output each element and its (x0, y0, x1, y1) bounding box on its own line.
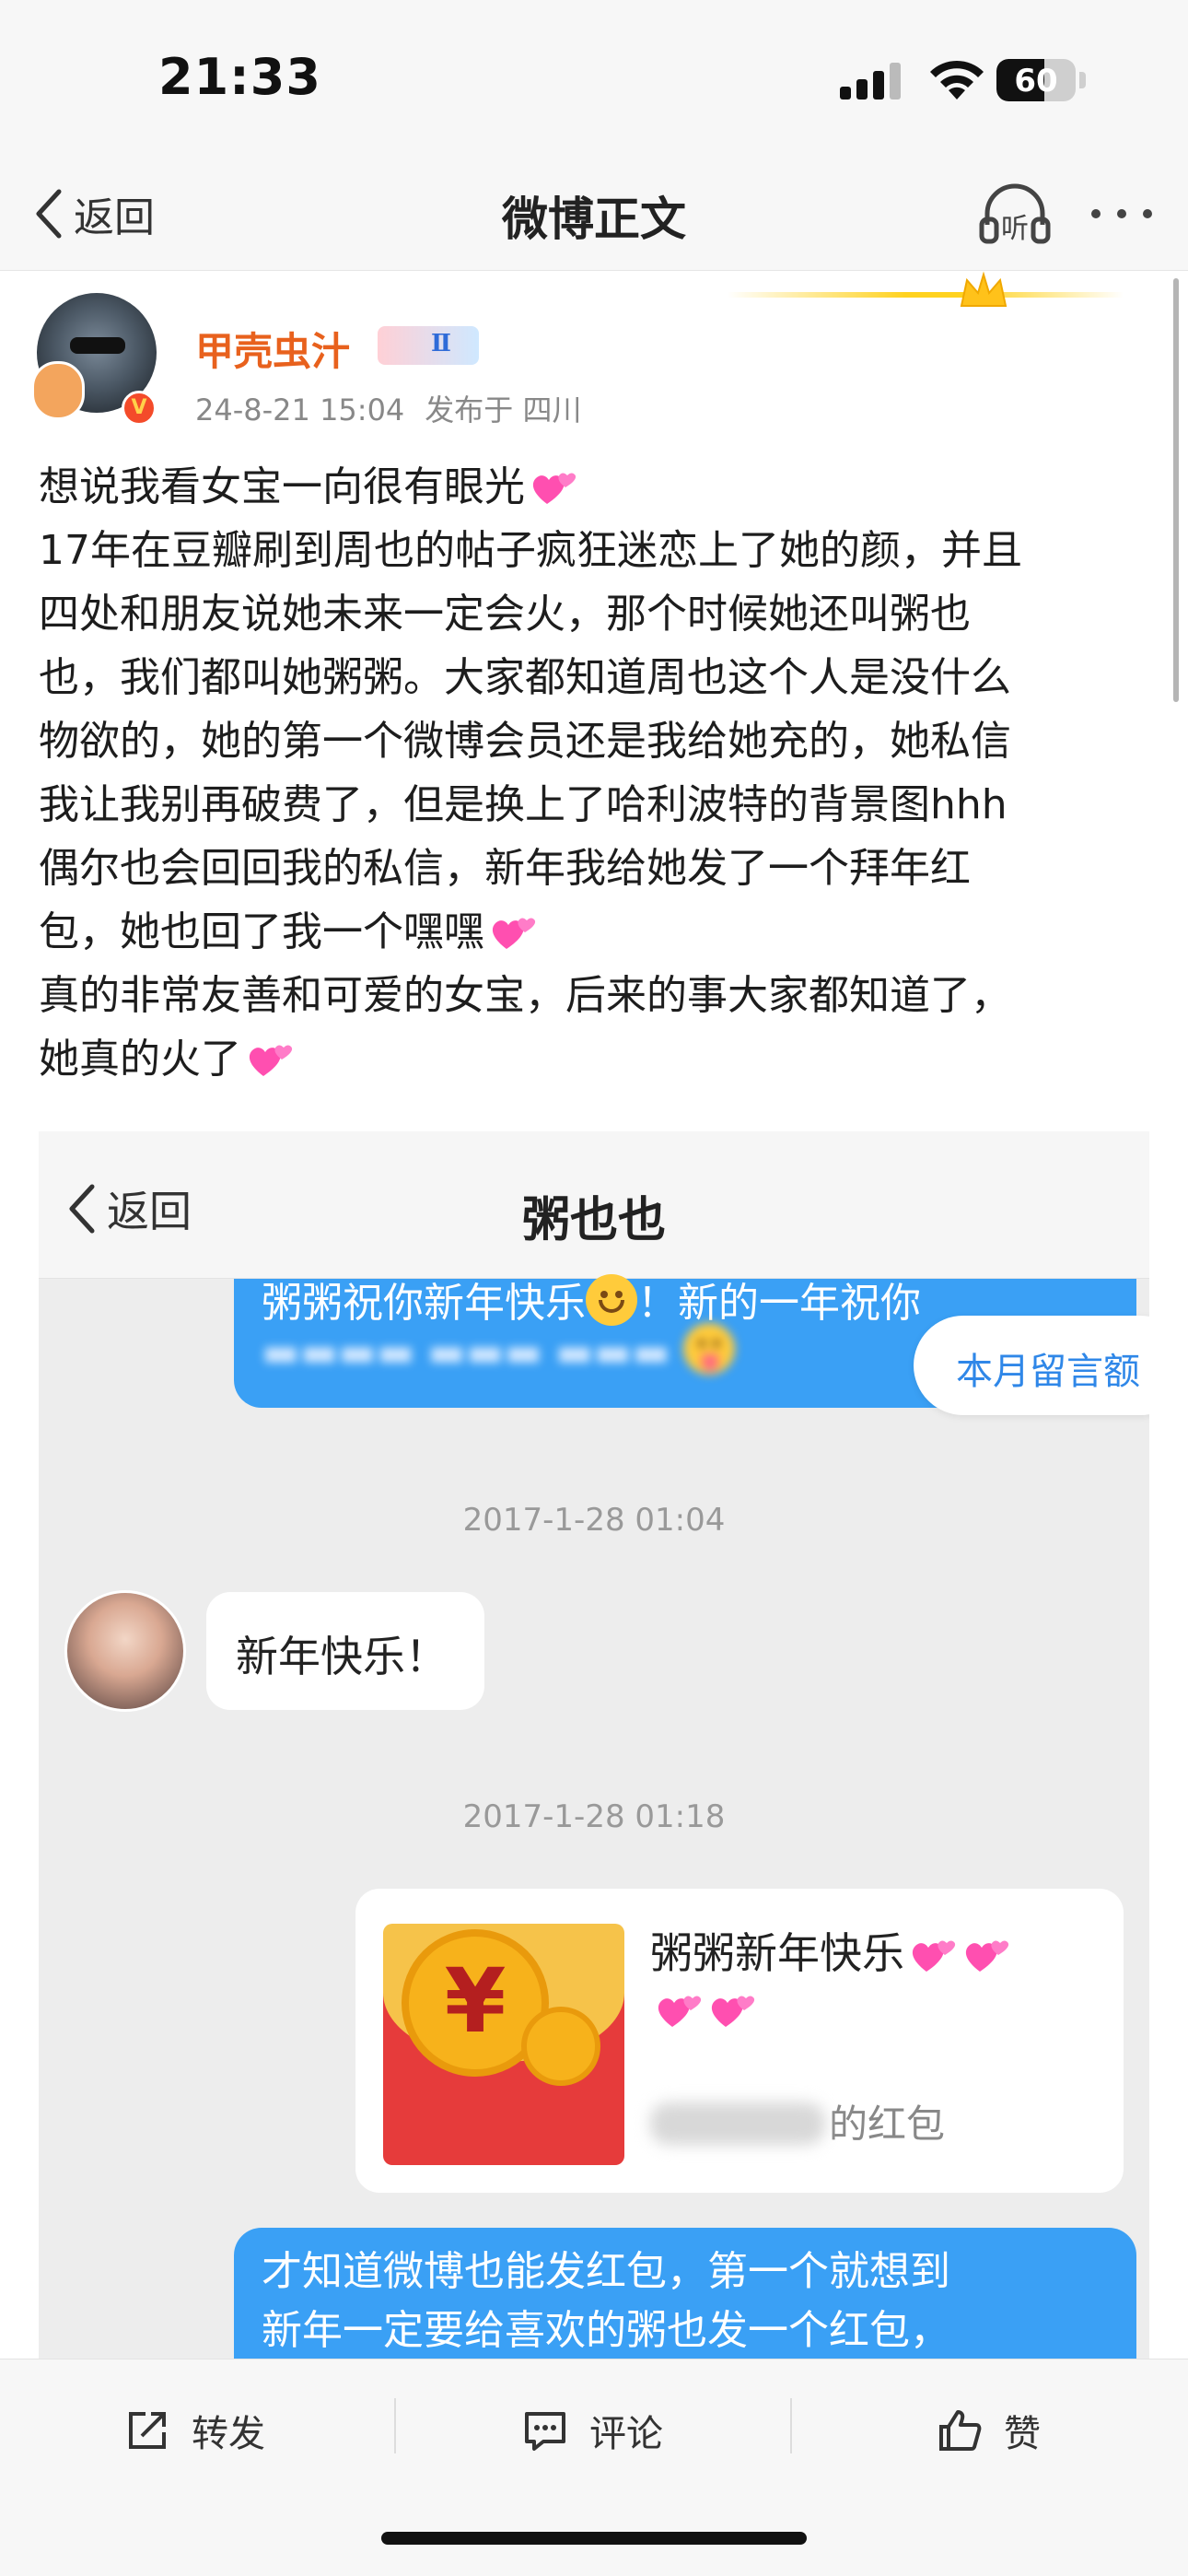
vip-decoration-line (728, 292, 1124, 298)
two-hearts-icon (965, 1940, 1009, 1972)
home-indicator[interactable] (381, 2532, 807, 2545)
member-badge-icon[interactable]: Ⅱ (378, 326, 479, 365)
chat-title: 粥也也 (521, 1193, 666, 1248)
status-time: 21:33 (158, 48, 321, 106)
repost-icon (129, 2412, 166, 2449)
two-hearts-icon (711, 1996, 755, 2027)
battery-icon: 60 (996, 59, 1076, 101)
chat-nav-bar: 返回 粥也也 (39, 1131, 1149, 1279)
battery-level: 60 (1014, 63, 1058, 100)
comment-icon (525, 2412, 565, 2451)
blurred-text: ▬▬▬▬ ▬▬▬ ▬▬▬ (262, 1323, 735, 1376)
toolbar-divider (394, 2398, 396, 2453)
monthly-message-quota-pill: 本月留言额 (914, 1316, 1149, 1415)
verified-badge-icon: V (122, 391, 157, 426)
repost-button[interactable]: 转发 (123, 2400, 265, 2461)
battery-tip (1079, 72, 1086, 88)
crown-icon (960, 271, 1007, 307)
post-line: 偶尔也会回回我的私信，新年我给她发了一个拜年红 (39, 845, 971, 892)
author-name[interactable]: 甲壳虫汁 (195, 321, 350, 377)
status-icons: 60 (840, 57, 1089, 103)
post-line: 包，她也回了我一个嘿嘿 (39, 900, 1153, 964)
toolbar-divider (790, 2398, 792, 2453)
two-hearts-icon (249, 1045, 293, 1076)
like-button[interactable]: 赞 (936, 2400, 1041, 2461)
scrollbar[interactable] (1173, 278, 1179, 702)
two-hearts-icon (912, 1940, 956, 1972)
two-hearts-icon (532, 473, 577, 504)
thumbs-up-icon (939, 2410, 982, 2451)
post-line: 也，我们都叫她粥粥。大家都知道周也这个人是没什么 (39, 654, 1011, 701)
sent-message-bubble: 才知道微博也能发红包，第一个就想到 新年一定要给喜欢的粥也发一个红包， (234, 2228, 1136, 2359)
svg-text:听: 听 (1001, 213, 1029, 245)
red-packet-title: 粥粥新年快乐 (650, 1926, 1101, 2036)
red-packet-icon: ¥ (383, 1924, 624, 2165)
bear-pendant-icon (31, 361, 85, 420)
two-hearts-icon (658, 1996, 702, 2027)
chat-timestamp: 2017-1-28 01:18 (462, 1798, 726, 1835)
post-line: 她真的火了 (39, 1027, 1153, 1091)
blurred-name (650, 2102, 825, 2145)
post-line: 真的非常友善和可爱的女宝，后来的事大家都知道了， (39, 972, 1011, 1019)
post-image[interactable]: 返回 粥也也 粥粥祝你新年快乐 ！新的一年祝你 ▬▬▬▬ ▬▬▬ ▬▬▬ 本月留言… (39, 1131, 1149, 2359)
two-hearts-icon (492, 918, 536, 949)
status-bar: 21:33 60 (0, 0, 1188, 157)
post-line: 四处和朋友说她未来一定会火，那个时候她还叫粥也 (39, 591, 971, 638)
post-body: 想说我看女宝一向很有眼光 17年在豆瓣刷到周也的帖子疯狂迷恋上了她的颜，并且 四… (39, 455, 1153, 1091)
author-avatar[interactable]: V (31, 293, 157, 426)
chat-timestamp: 2017-1-28 01:04 (462, 1502, 726, 1539)
post-date: 24-8-21 15:04 (195, 392, 405, 427)
cellular-signal-icon (840, 63, 903, 100)
post-location: 发布于 四川 (425, 392, 582, 427)
post-meta: 24-8-21 15:04 发布于 四川 (195, 387, 581, 429)
contact-avatar (64, 1590, 186, 1712)
received-message-bubble: 新年快乐！ (206, 1592, 484, 1710)
red-packet-sender: 的红包 (650, 2093, 945, 2149)
post-line: 我让我别再破费了，但是换上了哈利波特的背景图hhh (39, 781, 1007, 828)
more-icon[interactable] (1083, 184, 1160, 243)
wifi-icon (930, 60, 984, 100)
listen-icon[interactable]: 听 (976, 177, 1054, 254)
smile-emoji-icon (586, 1274, 637, 1326)
post-line: 物欲的，她的第一个微博会员还是我给她充的，她私信 (39, 718, 1011, 765)
post-line: 17年在豆瓣刷到周也的帖子疯狂迷恋上了她的颜，并且 (39, 527, 1022, 574)
comment-button[interactable]: 评论 (521, 2400, 663, 2461)
nav-bar: 返回 微博正文 听 (0, 157, 1188, 271)
red-packet-message: ¥ 粥粥新年快乐 的红包 (355, 1889, 1124, 2193)
tongue-emoji-icon (682, 1323, 735, 1375)
post-line: 想说我看女宝一向很有眼光 (39, 455, 1153, 519)
